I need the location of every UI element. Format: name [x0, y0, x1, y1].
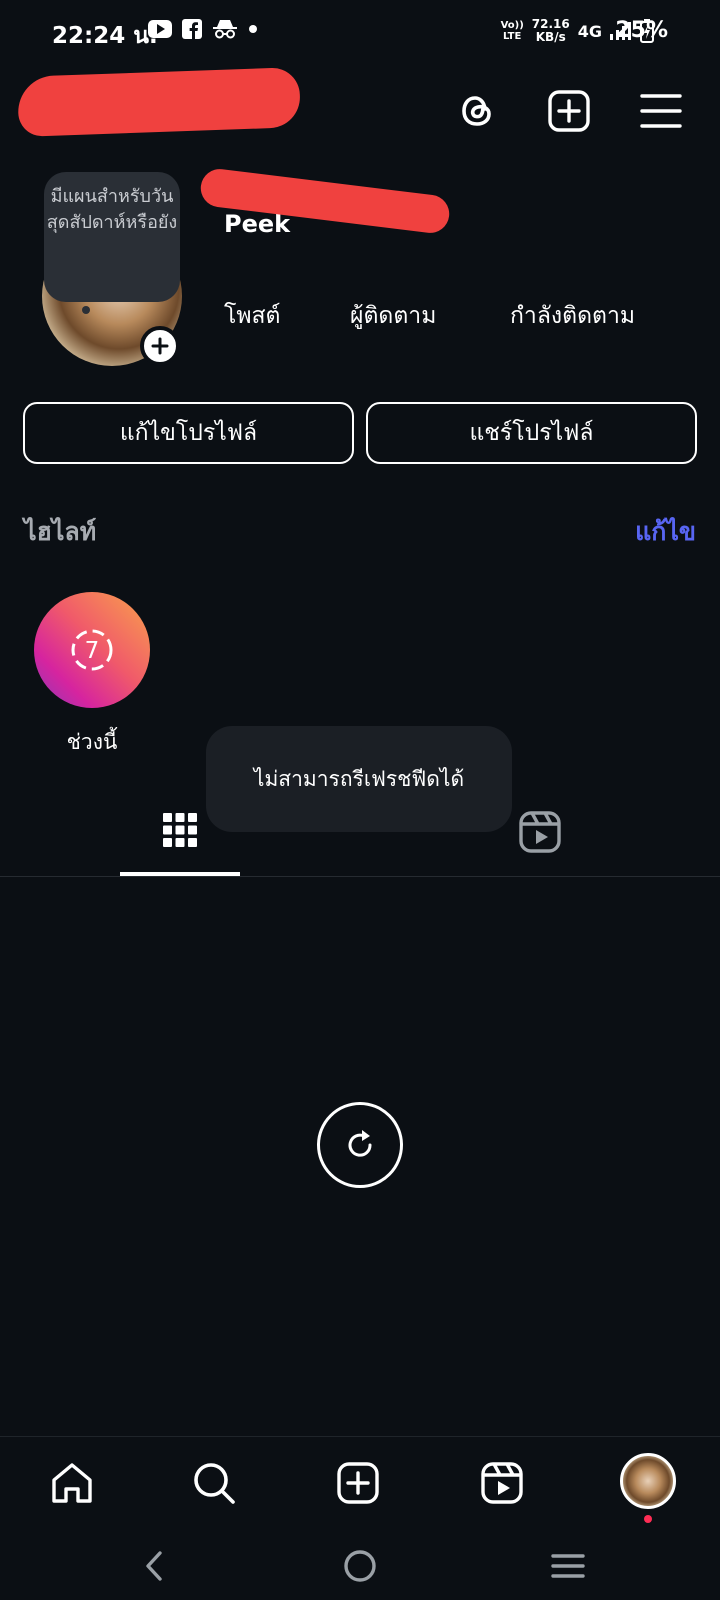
system-nav	[0, 1528, 720, 1600]
tab-divider	[0, 876, 720, 877]
add-story-button[interactable]	[140, 326, 180, 366]
notification-dot	[644, 1515, 652, 1523]
volte-top: Vo))	[500, 20, 524, 31]
battery-percent: 25%	[615, 18, 668, 43]
nav-profile-avatar[interactable]	[620, 1453, 676, 1509]
nav-search[interactable]	[190, 1459, 238, 1507]
highlights-edit-link[interactable]: แก้ไข	[635, 512, 696, 552]
reels-icon	[481, 1462, 523, 1504]
search-icon	[194, 1463, 235, 1504]
note-bubble-tail	[82, 306, 90, 314]
volte-indicator: Vo)) LTE	[501, 20, 524, 42]
grid-icon[interactable]	[162, 812, 198, 848]
posts-stat[interactable]: โพสต์	[224, 298, 281, 334]
status-time: 22:24 น.	[52, 23, 158, 49]
highlights-title: ไฮไลท์	[24, 517, 97, 546]
bottom-nav	[0, 1436, 720, 1528]
incognito-icon	[213, 20, 237, 39]
dot-icon	[249, 25, 257, 33]
username-redaction	[17, 67, 301, 137]
notification-icons	[148, 19, 258, 39]
system-recents-button[interactable]	[548, 1548, 588, 1584]
recent-highlight-icon: 7	[71, 629, 113, 671]
profile-screen: 22:24 น. Vo)) LTE 72.16 KB/s 4G 25% มีแผ…	[0, 0, 720, 1600]
plus-icon	[151, 337, 169, 355]
highlight-badge: 7	[85, 638, 100, 664]
add-post-icon[interactable]	[546, 88, 592, 134]
home-circle-icon	[344, 1550, 376, 1582]
followers-stat[interactable]: ผู้ติดตาม	[350, 298, 436, 334]
following-stat[interactable]: กำลังติดตาม	[510, 298, 635, 334]
highlight-label: ช่วงนี้	[66, 730, 118, 754]
facebook-icon	[182, 19, 202, 39]
create-icon	[337, 1462, 379, 1504]
toast-message: ไม่สามารถรีเฟรชฟีดได้	[253, 766, 465, 791]
youtube-icon	[148, 20, 172, 38]
nav-create[interactable]	[334, 1459, 382, 1507]
nav-home[interactable]	[48, 1459, 96, 1507]
back-icon	[146, 1551, 162, 1581]
network-speed: 72.16 KB/s	[532, 18, 570, 44]
refresh-button[interactable]	[317, 1102, 403, 1188]
nav-reels[interactable]	[478, 1459, 526, 1507]
system-back-button[interactable]	[134, 1548, 174, 1584]
note-text: มีแผนสำหรับวันสุดสัปดาห์หรือยัง	[46, 186, 178, 233]
threads-icon[interactable]	[454, 88, 500, 134]
recents-icon	[551, 1554, 585, 1578]
highlight-item[interactable]: 7	[34, 592, 150, 708]
speed-unit: KB/s	[535, 30, 566, 44]
edit-profile-button[interactable]: แก้ไขโปรไฟล์	[23, 402, 354, 464]
menu-icon[interactable]	[638, 88, 684, 134]
home-icon	[52, 1463, 92, 1503]
reels-tab-icon[interactable]	[518, 810, 562, 854]
error-toast: ไม่สามารถรีเฟรชฟีดได้	[206, 726, 512, 832]
volte-bottom: LTE	[502, 31, 522, 42]
refresh-icon	[348, 1130, 372, 1157]
system-home-button[interactable]	[340, 1548, 380, 1584]
network-type: 4G	[577, 21, 602, 41]
status-bar: 22:24 น. Vo)) LTE 72.16 KB/s 4G 25%	[0, 0, 720, 64]
share-profile-button[interactable]: แชร์โปรไฟล์	[366, 402, 697, 464]
note-bubble[interactable]: มีแผนสำหรับวันสุดสัปดาห์หรือยัง	[44, 172, 180, 302]
